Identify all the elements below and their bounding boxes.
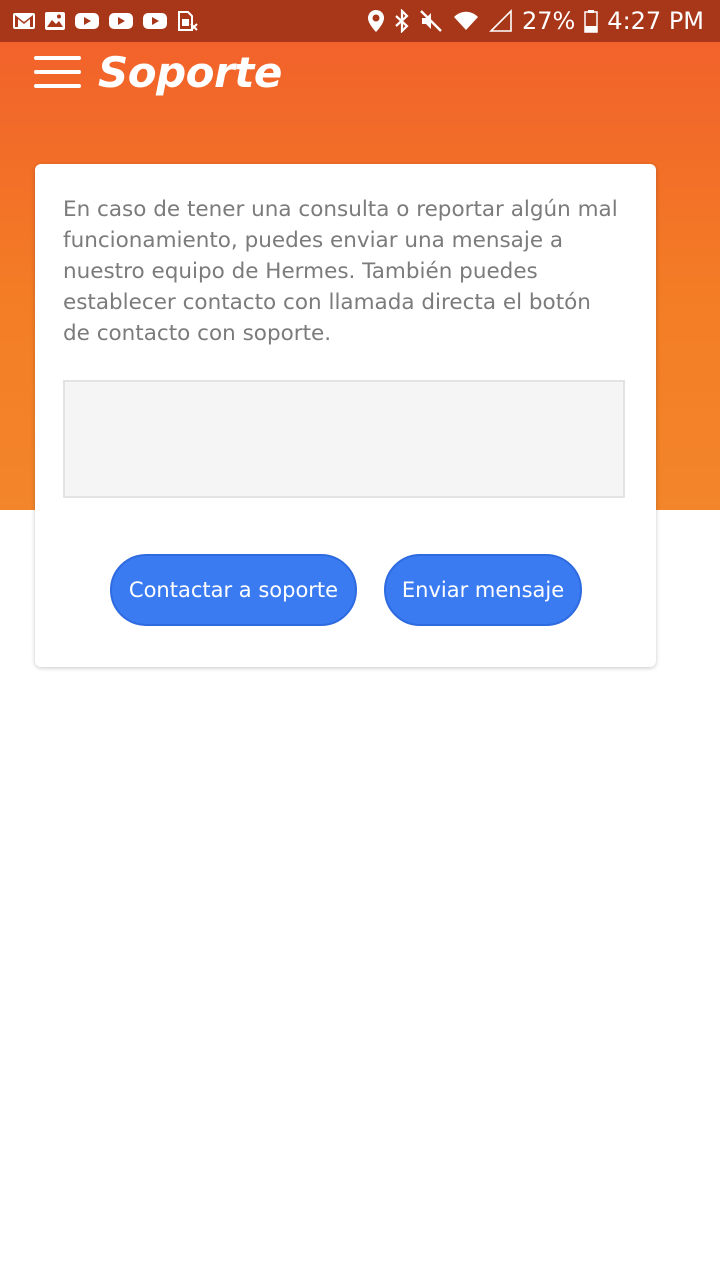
youtube-icon [108,11,134,31]
youtube-icon [142,11,168,31]
battery-icon [584,9,599,33]
message-input[interactable] [63,380,625,498]
location-icon [367,9,385,33]
wifi-icon [452,9,480,33]
battery-percent: 27% [521,7,576,35]
youtube-icon [74,11,100,31]
sim-card-icon [176,10,198,32]
support-description: En caso de tener una consulta o reportar… [63,197,618,346]
clock: 4:27 PM [607,7,704,35]
image-icon [44,11,66,31]
system-icons: 27% 4:27 PM [367,6,704,36]
page-title: Soporte [98,48,282,97]
contact-support-button[interactable]: Contactar a soporte [110,554,357,626]
hamburger-menu-icon[interactable] [34,56,82,90]
send-message-button[interactable]: Enviar mensaje [384,554,582,626]
notification-icons [12,8,198,34]
bluetooth-icon [394,9,410,33]
support-card: En caso de tener una consulta o reportar… [35,164,656,667]
mute-icon [419,9,443,33]
signal-icon [489,9,513,33]
gmail-icon [12,11,36,31]
status-bar: 27% 4:27 PM [0,0,720,42]
